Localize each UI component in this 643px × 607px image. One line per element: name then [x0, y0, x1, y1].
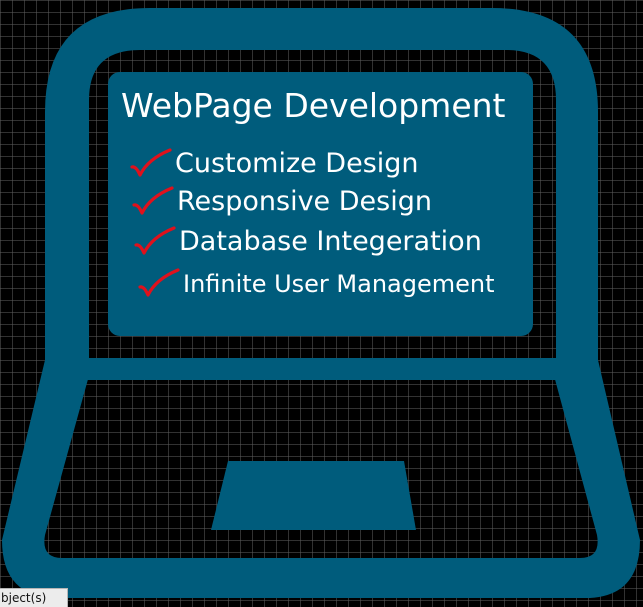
panel-title: WebPage Development — [121, 86, 506, 125]
feature-item-responsive-design: Responsive Design — [131, 182, 432, 222]
feature-label: Database Integeration — [179, 226, 482, 257]
feature-item-database-integration: Database Integeration — [133, 222, 482, 262]
checkmark-icon — [134, 226, 176, 255]
checkmark-icon — [130, 148, 172, 177]
checkmark-icon — [132, 186, 174, 215]
object-count-status: bject(s) — [0, 588, 68, 607]
feature-label: Customize Design — [175, 148, 419, 179]
feature-label: Responsive Design — [177, 186, 432, 217]
feature-label: Infinite User Management — [183, 270, 495, 298]
screen-panel: WebPage Development Customize Design Res… — [108, 72, 533, 336]
feature-item-customize-design: Customize Design — [129, 144, 419, 184]
feature-item-user-management: Infinite User Management — [137, 264, 495, 304]
checkmark-icon — [138, 268, 180, 297]
touchpad — [211, 461, 416, 530]
